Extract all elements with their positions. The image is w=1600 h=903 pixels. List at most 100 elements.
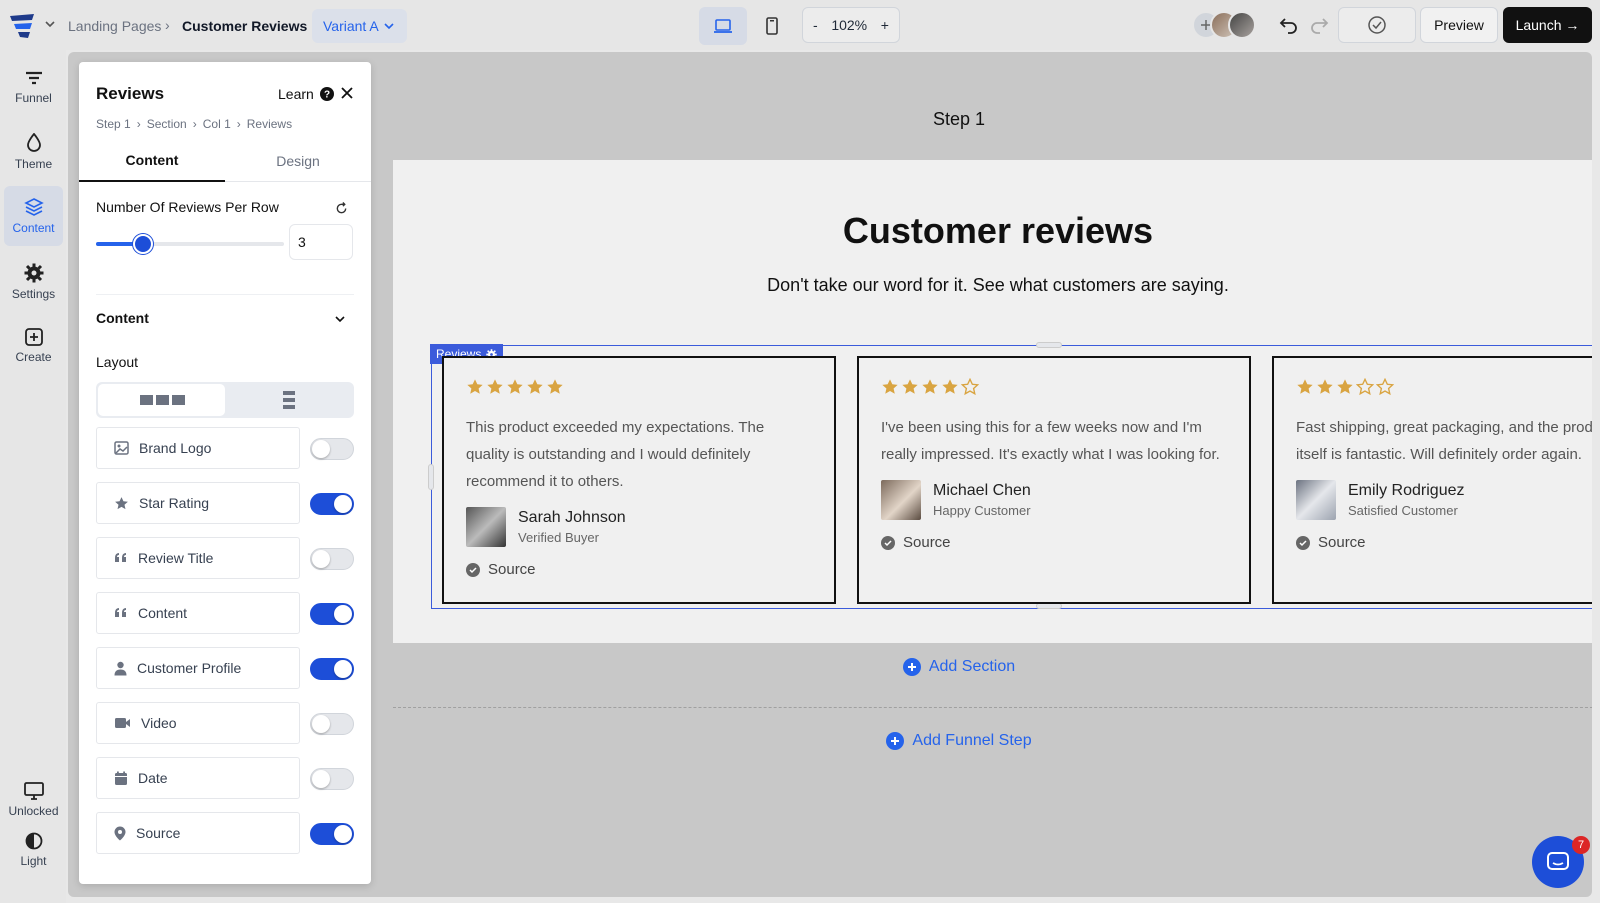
option-field[interactable]: Source	[96, 812, 300, 854]
review-text: This product exceeded my expectations. T…	[466, 419, 765, 490]
option-row-date: Date	[96, 757, 354, 799]
option-toggle[interactable]	[310, 658, 354, 680]
content-section-header[interactable]: Content	[96, 310, 149, 326]
customer-photo	[1296, 480, 1336, 520]
chevron-down-icon[interactable]	[44, 18, 56, 30]
launch-button[interactable]: Launch →	[1503, 7, 1592, 43]
step-divider	[393, 707, 1592, 708]
learn-label: Learn	[278, 86, 314, 102]
toggle-knob	[312, 770, 330, 788]
option-toggle[interactable]	[310, 438, 354, 460]
panel-crumb: Reviews	[246, 117, 293, 131]
divider	[96, 294, 354, 295]
resize-handle-left[interactable]	[428, 464, 434, 490]
variant-selector[interactable]: Variant A	[312, 9, 407, 43]
publish-check-button[interactable]	[1338, 7, 1416, 43]
rail-item-content[interactable]: Content	[4, 186, 63, 246]
rail-item-label: Funnel	[15, 91, 52, 105]
toggle-knob	[334, 660, 352, 678]
quote-icon	[114, 552, 128, 564]
option-label: Review Title	[138, 550, 214, 566]
section-subtitle[interactable]: Don't take our word for it. See what cus…	[393, 275, 1592, 296]
panel-crumb[interactable]: Section	[147, 117, 187, 131]
source-label: Source	[1318, 534, 1366, 551]
desktop-view-button[interactable]	[699, 7, 747, 45]
panel-crumb[interactable]: Col 1	[203, 117, 231, 131]
panel-breadcrumb: Step 1 › Section › Col 1 › Reviews	[96, 117, 292, 131]
rail-item-create[interactable]: Create	[4, 316, 63, 376]
breadcrumb-separator-icon: ›	[165, 17, 170, 33]
chat-icon	[1547, 852, 1569, 870]
option-field[interactable]: Video	[96, 702, 300, 744]
resize-handle-top[interactable]	[1036, 342, 1062, 348]
option-field[interactable]: Star Rating	[96, 482, 300, 524]
slider-handle[interactable]	[133, 234, 153, 254]
option-toggle[interactable]	[310, 823, 354, 845]
star-filled-icon	[526, 378, 544, 398]
option-field[interactable]: Customer Profile	[96, 647, 300, 689]
rail-item-theme[interactable]: Theme	[4, 122, 63, 182]
option-label: Video	[141, 715, 177, 731]
tab-design[interactable]: Design	[225, 140, 371, 182]
option-toggle[interactable]	[310, 548, 354, 570]
option-row-content: Content	[96, 592, 354, 634]
mobile-view-button[interactable]	[748, 7, 796, 45]
help-icon: ?	[319, 87, 334, 101]
chevron-down-icon[interactable]	[334, 313, 346, 325]
left-rail: Funnel Theme Content Settings Create Unl…	[0, 50, 66, 903]
reviews-per-row-input[interactable]	[289, 224, 353, 260]
reset-icon[interactable]	[335, 202, 348, 215]
reviews-per-row-slider[interactable]	[96, 234, 284, 254]
preview-button[interactable]: Preview	[1420, 7, 1498, 43]
app-logo-icon[interactable]	[8, 12, 40, 40]
calendar-icon	[114, 771, 128, 786]
close-icon[interactable]	[340, 86, 354, 100]
rail-item-funnel[interactable]: Funnel	[4, 58, 63, 118]
source-label: Source	[488, 561, 536, 578]
rail-item-label: Unlocked	[8, 804, 59, 818]
layout-label: Layout	[96, 354, 139, 370]
undo-icon[interactable]	[1274, 10, 1304, 40]
review-source: Source	[466, 561, 812, 578]
panel-crumb[interactable]: Step 1	[96, 117, 131, 131]
review-card[interactable]: Fast shipping, great packaging, and the …	[1272, 356, 1592, 604]
zoom-out-button[interactable]: -	[813, 17, 818, 33]
star-rating	[466, 378, 812, 398]
breadcrumb-separator-icon: ›	[136, 117, 141, 131]
option-field[interactable]: Review Title	[96, 537, 300, 579]
reviews-element[interactable]: Reviews This product exceeded my expecta…	[428, 342, 1592, 609]
tab-content[interactable]: Content	[79, 140, 225, 182]
review-card[interactable]: I've been using this for a few weeks now…	[857, 356, 1251, 604]
layout-horizontal-button[interactable]	[98, 384, 225, 416]
option-toggle[interactable]	[310, 493, 354, 515]
star-empty-icon	[1376, 378, 1394, 398]
toggle-knob	[312, 715, 330, 733]
option-field[interactable]: Brand Logo	[96, 427, 300, 469]
option-field[interactable]: Content	[96, 592, 300, 634]
plus-circle-icon	[886, 732, 905, 750]
check-circle-icon	[1368, 16, 1386, 34]
redo-icon[interactable]	[1304, 10, 1334, 40]
check-circle-icon	[1296, 535, 1310, 550]
zoom-in-button[interactable]: +	[881, 17, 889, 33]
star-filled-icon	[1336, 378, 1354, 398]
section-title[interactable]: Customer reviews	[393, 210, 1592, 252]
learn-link[interactable]: Learn ?	[278, 86, 334, 102]
notification-badge: 7	[1572, 836, 1590, 854]
review-card[interactable]: This product exceeded my expectations. T…	[442, 356, 836, 604]
option-toggle[interactable]	[310, 713, 354, 735]
collaborators[interactable]	[1192, 11, 1258, 41]
breadcrumb-landing-pages[interactable]: Landing Pages	[68, 18, 161, 34]
rail-item-light[interactable]: Light	[4, 820, 63, 880]
panel-title: Reviews	[96, 84, 165, 103]
review-source: Source	[881, 534, 1227, 551]
panel-tabs: Content Design	[79, 140, 371, 182]
option-toggle[interactable]	[310, 603, 354, 625]
check-circle-icon	[466, 562, 480, 577]
option-field[interactable]: Date	[96, 757, 300, 799]
star-filled-icon	[546, 378, 564, 398]
reviews-section[interactable]: Customer reviews Don't take our word for…	[393, 160, 1592, 643]
option-toggle[interactable]	[310, 768, 354, 790]
layout-vertical-button[interactable]	[225, 384, 352, 416]
rail-item-settings[interactable]: Settings	[4, 252, 63, 312]
